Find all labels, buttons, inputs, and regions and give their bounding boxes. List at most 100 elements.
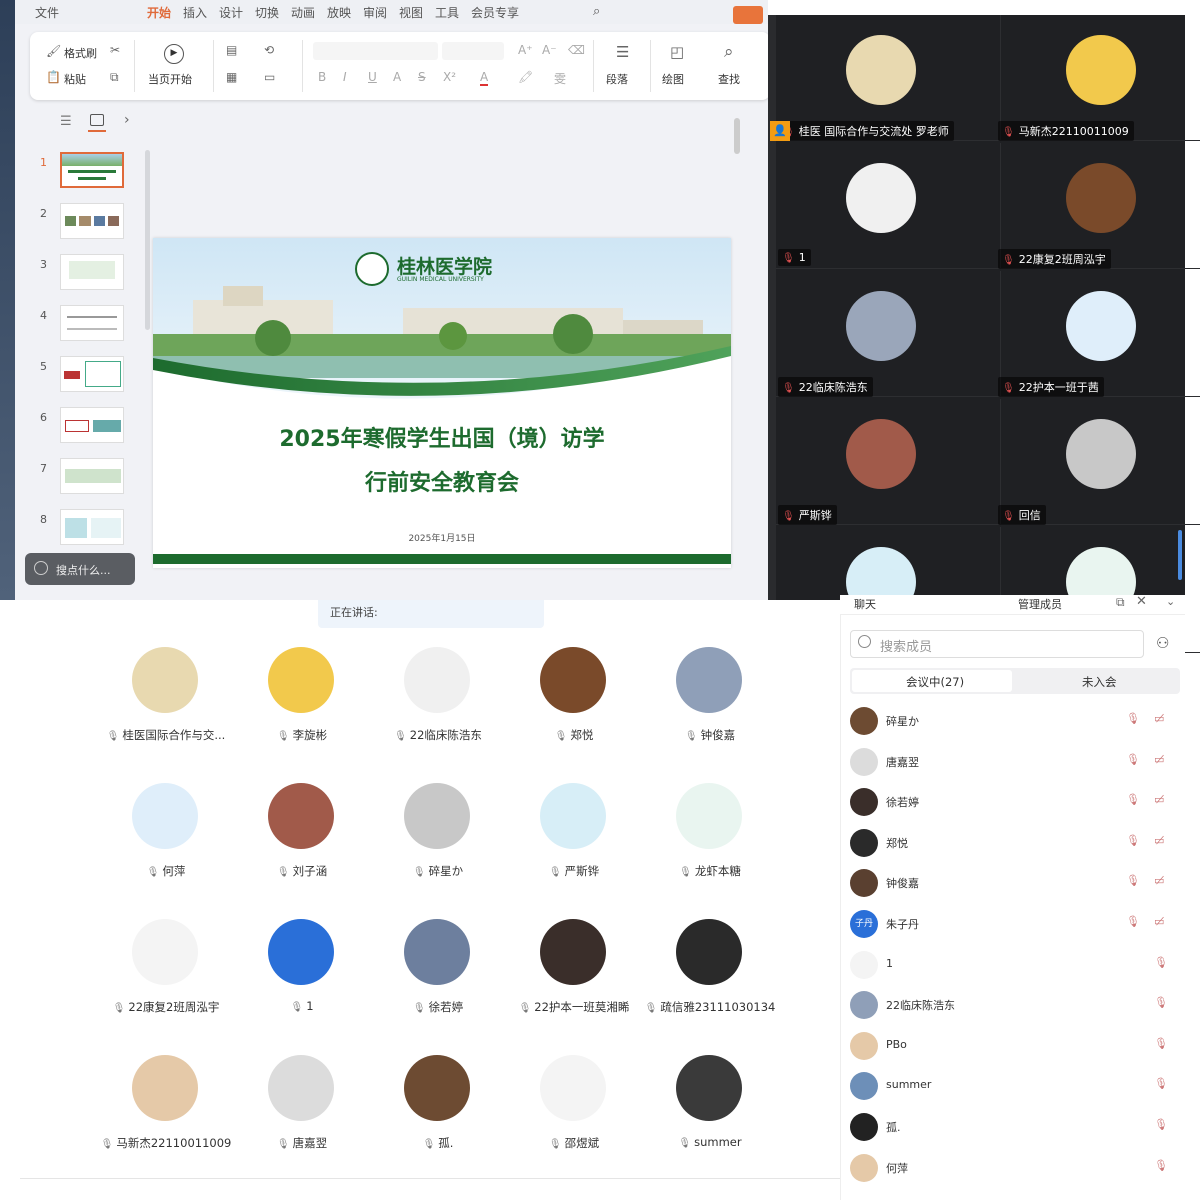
in-meeting-tab[interactable]: 会议中(27) [906, 674, 964, 690]
camera-off-icon[interactable]: ▭̸ [1154, 874, 1164, 887]
current-slide[interactable]: 桂林医学院 GUILIN MEDICAL UNIVERSITY 2025年寒假学… [153, 238, 731, 568]
video-scrollbar[interactable] [1178, 530, 1182, 580]
participant-tile[interactable]: 🎙 22护本一班莫湘睎 [506, 919, 642, 1044]
mic-muted-icon[interactable]: 🎙 [1154, 1159, 1168, 1172]
chat-tab[interactable]: 聊天 [854, 596, 876, 612]
bold-button[interactable]: B [318, 70, 326, 84]
shadow-icon[interactable]: A [393, 70, 401, 84]
participant-tile[interactable]: 🎙 李旋彬 [234, 647, 370, 772]
close-icon[interactable]: ✕ [1136, 594, 1147, 609]
slide-thumbnail-7[interactable] [60, 458, 124, 494]
decrease-font-button[interactable]: A⁻ [542, 43, 557, 57]
video-tile[interactable]: 🎙 回信 [996, 399, 1200, 525]
member-row[interactable]: 22临床陈浩东 🎙 [850, 985, 1180, 1025]
cut-icon[interactable]: ✂ [110, 43, 120, 57]
member-row[interactable]: 何萍 🎙 [850, 1148, 1180, 1188]
slide-thumbnail-8[interactable] [60, 509, 124, 545]
not-joined-tab[interactable]: 未入会 [1082, 674, 1117, 690]
participant-tile[interactable]: 🎙 22临床陈浩东 [370, 647, 506, 772]
member-row[interactable]: 唐嘉翌 🎙 ▭̸ [850, 742, 1180, 782]
member-row[interactable]: 碎星か 🎙 ▭̸ [850, 701, 1180, 741]
menu-insert[interactable]: 插入 [183, 4, 207, 21]
mic-muted-icon[interactable]: 🎙 [1154, 1118, 1168, 1131]
increase-font-button[interactable]: A⁺ [518, 43, 533, 57]
superscript-button[interactable]: X² [443, 70, 456, 84]
reset-icon[interactable]: ⟲ [264, 43, 274, 57]
chevron-down-icon[interactable]: ⌄ [1166, 595, 1175, 608]
slide-thumbnail-2[interactable] [60, 203, 124, 239]
camera-off-icon[interactable]: ▭̸ [1154, 793, 1164, 806]
highlight-icon[interactable]: 🖍 [518, 70, 533, 84]
slide-thumbnail-3[interactable] [60, 254, 124, 290]
member-row[interactable]: 郑悦 🎙 ▭̸ [850, 823, 1180, 863]
camera-off-icon[interactable]: ▭̸ [1154, 834, 1164, 847]
video-tile[interactable]: 🎙 1 [776, 143, 1001, 269]
mic-muted-icon[interactable]: 🎙 [1126, 793, 1140, 806]
menu-transition[interactable]: 切换 [255, 4, 279, 21]
start-from-current-button[interactable]: 当页开始 [148, 71, 192, 87]
participant-tile[interactable]: 🎙 碎星か [370, 783, 506, 908]
participant-tile[interactable]: 🎙 疏信雅23111030134 [642, 919, 778, 1044]
video-tile[interactable]: 🎙 马新杰22110011009 [996, 15, 1200, 141]
slide-thumbnail-6[interactable] [60, 407, 124, 443]
member-row[interactable]: 钟俊嘉 🎙 ▭̸ [850, 863, 1180, 903]
menu-tools[interactable]: 工具 [435, 4, 459, 21]
italic-button[interactable]: I [343, 70, 347, 84]
participant-tile[interactable]: 🎙 summer [642, 1055, 778, 1180]
participant-tile[interactable]: 🎙 22康复2班周泓宇 [98, 919, 234, 1044]
play-icon[interactable]: ▶ [164, 44, 184, 64]
camera-off-icon[interactable]: ▭̸ [1154, 712, 1164, 725]
member-row[interactable]: summer 🎙 [850, 1066, 1180, 1106]
strikethrough-icon[interactable]: S [418, 70, 426, 84]
editor-scrollbar[interactable] [734, 118, 740, 154]
char-spacing-icon[interactable]: 雯 [554, 70, 566, 87]
participant-tile[interactable]: 🎙 唐嘉翌 [234, 1055, 370, 1180]
slide-thumbnail-5[interactable] [60, 356, 124, 392]
menu-member[interactable]: 会员专享 [471, 4, 519, 21]
participant-tile[interactable]: 🎙 龙虾本糖 [642, 783, 778, 908]
mic-muted-icon[interactable]: 🎙 [1126, 915, 1140, 928]
menu-slideshow[interactable]: 放映 [327, 4, 351, 21]
menu-design[interactable]: 设计 [219, 4, 243, 21]
participant-tile[interactable]: 🎙 钟俊嘉 [642, 647, 778, 772]
menu-review[interactable]: 审阅 [363, 4, 387, 21]
section-icon[interactable]: ▦ [226, 70, 237, 84]
participant-tile[interactable]: 🎙 刘子涵 [234, 783, 370, 908]
participant-tile[interactable]: 🎙 严斯铧 [506, 783, 642, 908]
video-tile[interactable]: 🎙 22护本一班于茜 [996, 271, 1200, 397]
mic-muted-icon[interactable]: 🎙 [1154, 1077, 1168, 1090]
menu-view[interactable]: 视图 [399, 4, 423, 21]
find-button[interactable]: 查找 [718, 71, 740, 87]
font-size-select[interactable] [442, 42, 504, 60]
camera-off-icon[interactable]: ▭̸ [1154, 915, 1164, 928]
layout-icon[interactable]: ▤ [226, 43, 237, 57]
mic-muted-icon[interactable]: 🎙 [1154, 1037, 1168, 1050]
member-row[interactable]: PBo 🎙 [850, 1026, 1180, 1066]
thumbnail-scrollbar[interactable] [145, 150, 150, 330]
menu-home[interactable]: 开始 [147, 4, 171, 21]
mic-muted-icon[interactable]: 🎙 [1126, 874, 1140, 887]
font-color-icon[interactable]: A [480, 70, 489, 86]
participant-tile[interactable]: 🎙 1 [234, 919, 370, 1044]
video-tile[interactable]: 🎙 严斯铧 [776, 399, 1001, 525]
clear-format-icon[interactable]: ⌫ [568, 43, 585, 57]
manage-members-tab[interactable]: 管理成员 [1018, 596, 1062, 612]
popout-icon[interactable]: ⧉ [1116, 595, 1125, 610]
participant-tile[interactable]: 🎙 郑悦 [506, 647, 642, 772]
format-painter-button[interactable]: 格式刷 [64, 45, 97, 61]
member-row[interactable]: 子丹 朱子丹 🎙 ▭̸ [850, 904, 1180, 944]
menu-animation[interactable]: 动画 [291, 4, 315, 21]
participant-tile[interactable]: 🎙 邵煜斌 [506, 1055, 642, 1180]
mic-muted-icon[interactable]: 🎙 [1126, 712, 1140, 725]
mic-muted-icon[interactable]: 🎙 [1154, 956, 1168, 969]
slide-thumbnail-1[interactable] [60, 152, 124, 188]
video-tile[interactable]: 🎙 22临床陈浩东 [776, 271, 1001, 397]
underline-button[interactable]: U [368, 70, 377, 84]
search-icon[interactable]: ⌕ [593, 4, 600, 19]
mic-muted-icon[interactable]: 🎙 [1126, 834, 1140, 847]
member-row[interactable]: 孤. 🎙 [850, 1107, 1180, 1147]
slide-thumbnail-4[interactable] [60, 305, 124, 341]
video-tile[interactable]: 🎙桂医 国际合作与交流处 罗老师 [776, 15, 1001, 141]
mic-muted-icon[interactable]: 🎙 [1126, 753, 1140, 766]
mic-muted-icon[interactable]: 🎙 [1154, 996, 1168, 1009]
